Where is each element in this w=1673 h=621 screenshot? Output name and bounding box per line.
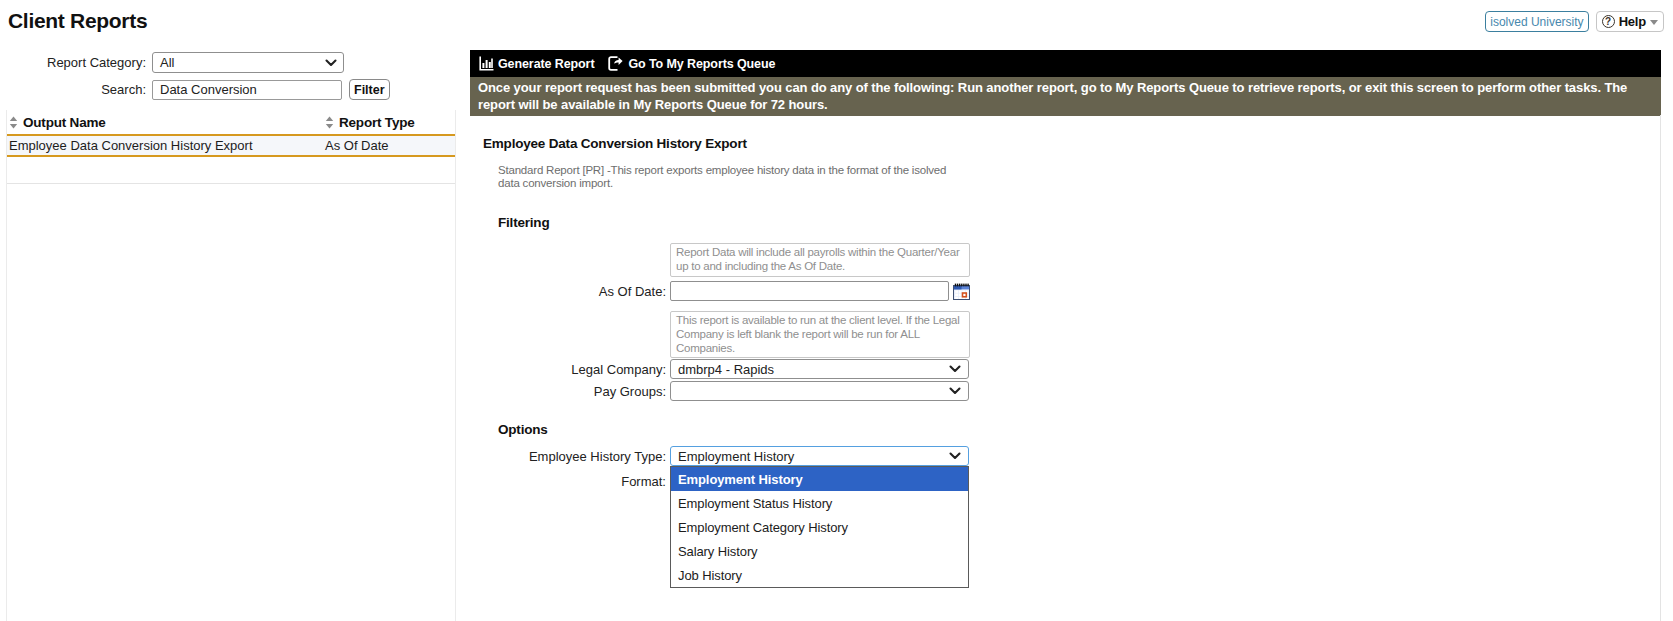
report-description: Standard Report [PR] -This report export… [498,164,953,190]
employee-history-type-label: Employee History Type: [470,449,666,464]
pay-groups-row: Pay Groups: [470,381,969,401]
column-header-output-name[interactable]: Output Name [7,115,325,130]
report-title: Employee Data Conversion History Export [483,136,747,151]
search-row: Search: Filter [0,79,390,100]
as-of-date-label: As Of Date: [470,284,666,299]
reports-table-header: Output Name Report Type [7,110,455,136]
help-question-icon: ? [1602,15,1615,28]
pay-groups-label: Pay Groups: [470,384,666,399]
legal-company-select[interactable]: dmbrp4 - Rapids [670,359,969,379]
go-to-my-reports-queue-button[interactable]: Go To My Reports Queue [608,56,775,71]
panel-right-border [1660,115,1661,621]
cell-output-name: Employee Data Conversion History Export [7,138,325,153]
history-type-dropdown: Employment History Employment Status His… [670,466,969,588]
chevron-down-icon [949,365,961,373]
legal-company-help-text: This report is available to run at the c… [670,311,970,358]
help-button-label: Help [1619,14,1646,29]
employee-history-type-value: Employment History [678,449,794,464]
as-of-date-help-row: Report Data will include all payrolls wi… [470,243,970,277]
chevron-down-icon [949,387,961,395]
help-button[interactable]: ? Help [1596,11,1664,32]
page-title: Client Reports [8,9,147,33]
reports-table-body: Employee Data Conversion History Export … [7,136,455,157]
report-toolbar: Generate Report Go To My Reports Queue [470,50,1661,77]
search-input[interactable] [152,80,342,100]
report-category-row: Report Category: All [0,52,344,73]
sort-icon [325,116,334,129]
column-header-report-type[interactable]: Report Type [325,115,415,130]
format-label: Format: [470,474,666,489]
report-category-value: All [160,55,174,70]
dropdown-option[interactable]: Employment History [671,467,968,491]
table-row[interactable]: Employee Data Conversion History Export … [7,136,455,157]
dropdown-option[interactable]: Employment Category History [671,515,968,539]
legal-company-label: Legal Company: [470,362,666,377]
column-header-label: Output Name [23,115,106,130]
table-empty-row [7,157,455,184]
dropdown-option[interactable]: Employment Status History [671,491,968,515]
generate-report-button[interactable]: Generate Report [479,56,594,71]
dropdown-option[interactable]: Salary History [671,539,968,563]
bar-chart-icon [479,56,494,71]
calendar-icon[interactable] [953,283,970,300]
dropdown-option[interactable]: Job History [671,563,968,587]
pay-groups-select[interactable] [670,381,969,401]
cell-report-type: As Of Date [325,138,389,153]
legal-company-help-row: This report is available to run at the c… [470,311,970,358]
as-of-date-row: As Of Date: [470,281,970,301]
employee-history-type-row: Employee History Type: Employment Histor… [470,446,969,466]
legal-company-row: Legal Company: dmbrp4 - Rapids [470,359,969,379]
legal-company-value: dmbrp4 - Rapids [678,362,774,377]
as-of-date-help-text: Report Data will include all payrolls wi… [670,243,970,277]
filter-button[interactable]: Filter [349,79,390,100]
options-heading: Options [498,422,548,437]
share-square-icon [608,56,624,71]
sort-icon [9,116,18,129]
caret-down-icon [1650,20,1658,25]
as-of-date-input[interactable] [670,281,949,301]
search-label: Search: [0,82,146,97]
report-category-select[interactable]: All [152,52,344,73]
chevron-down-icon [325,59,337,67]
filtering-heading: Filtering [498,215,549,230]
reports-table: Output Name Report Type Employee Data Co… [6,110,456,621]
isolved-university-button[interactable]: isolved University [1485,11,1588,32]
employee-history-type-select[interactable]: Employment History [670,446,969,466]
header-actions: isolved University ? Help [1485,11,1664,32]
chevron-down-icon [949,452,961,460]
report-category-label: Report Category: [0,55,146,70]
column-header-label: Report Type [339,115,415,130]
go-to-queue-label: Go To My Reports Queue [628,57,775,71]
generate-report-label: Generate Report [498,57,594,71]
notice-message: Once your report request has been submit… [470,77,1661,116]
